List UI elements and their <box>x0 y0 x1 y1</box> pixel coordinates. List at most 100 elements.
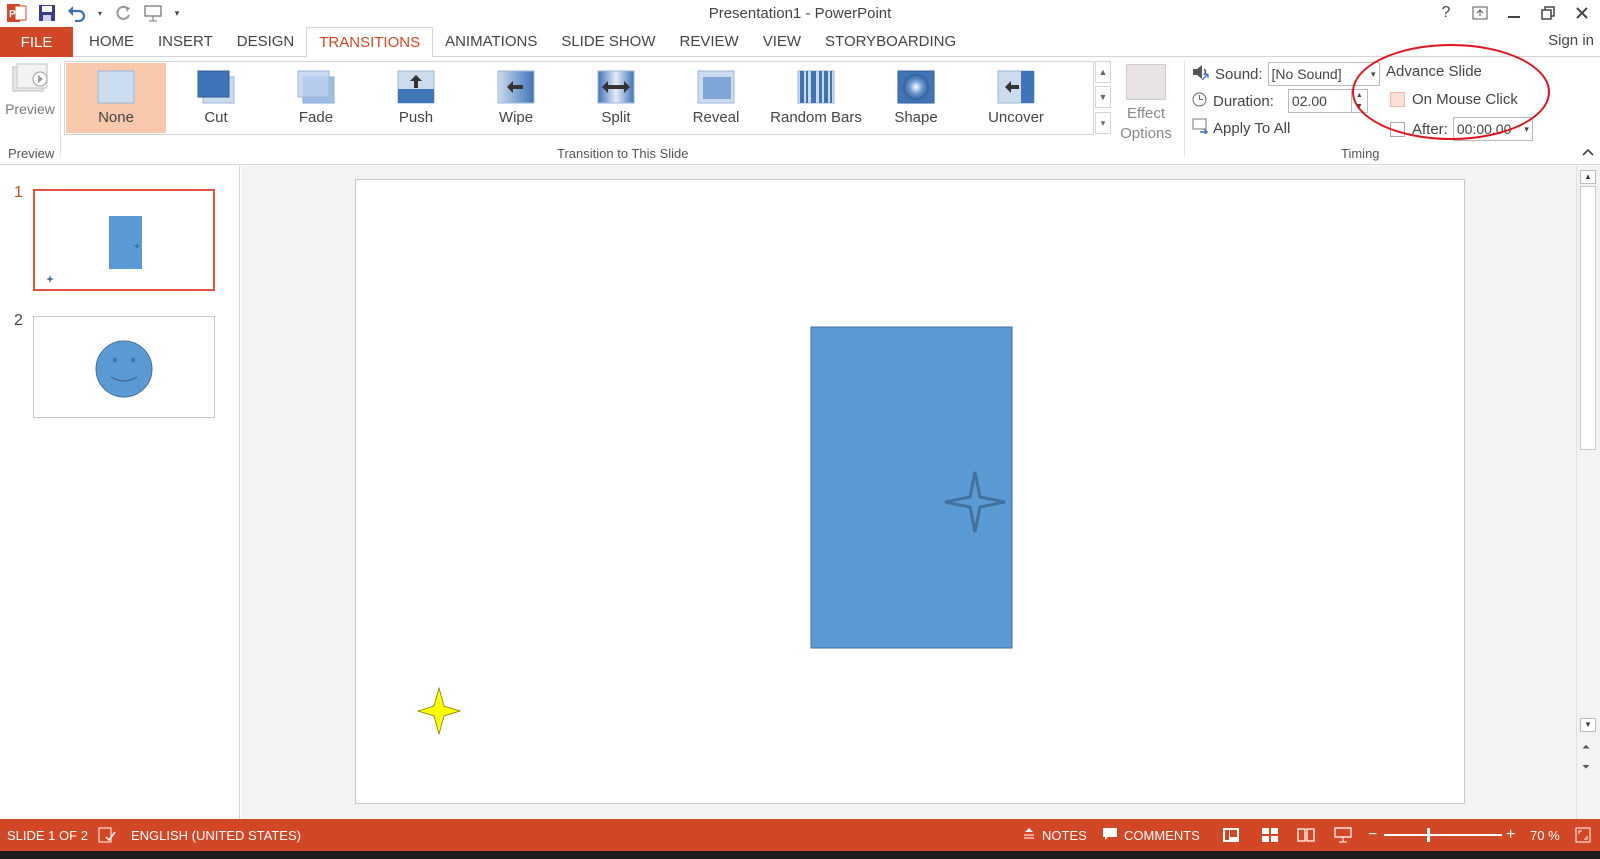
slide-thumbnail-1[interactable] <box>33 189 215 291</box>
after-checkbox[interactable] <box>1390 121 1405 137</box>
preview-icon <box>10 63 50 95</box>
transition-reveal-icon <box>697 70 735 104</box>
transition-split[interactable]: Split <box>566 63 666 133</box>
language-indicator[interactable]: ENGLISH (UNITED STATES) <box>131 819 301 851</box>
transition-reveal[interactable]: Reveal <box>666 63 766 133</box>
zoom-level-text: 70 % <box>1530 827 1560 843</box>
tab-storyboarding[interactable]: STORYBOARDING <box>813 27 968 57</box>
gallery-scroll-down-icon[interactable]: ▼ <box>1095 86 1111 108</box>
normal-view-button[interactable] <box>1222 819 1240 851</box>
tab-review[interactable]: REVIEW <box>668 27 751 57</box>
transition-random-bars-icon <box>797 70 835 104</box>
duration-spinner[interactable]: ▲ ▼ <box>1351 89 1368 113</box>
zoom-slider-thumb[interactable] <box>1427 828 1430 842</box>
slide-editing-area <box>241 166 1576 819</box>
duration-label: Duration: <box>1213 92 1274 110</box>
tab-insert[interactable]: INSERT <box>146 27 225 57</box>
after-row: After: 00:00.00 ▾ <box>1390 117 1533 141</box>
transition-wipe[interactable]: Wipe <box>466 63 566 133</box>
after-spinner-icon[interactable]: ▾ <box>1524 118 1529 140</box>
reading-view-button[interactable] <box>1297 819 1315 851</box>
transition-random-bars-label: Random Bars <box>770 109 862 126</box>
transition-uncover-label: Uncover <box>988 109 1044 126</box>
after-input[interactable]: 00:00.00 ▾ <box>1452 117 1533 141</box>
help-icon[interactable]: ? <box>1436 3 1456 23</box>
tab-file[interactable]: FILE <box>0 27 73 57</box>
notes-button[interactable]: NOTES <box>1022 819 1087 851</box>
ribbon-display-options-icon[interactable] <box>1470 3 1490 23</box>
status-bar: SLIDE 1 OF 2 ENGLISH (UNITED STATES) NOT… <box>0 819 1600 851</box>
slide-sorter-button[interactable] <box>1261 819 1279 851</box>
transition-random-bars[interactable]: Random Bars <box>766 63 866 133</box>
sign-in-link[interactable]: Sign in <box>1548 32 1594 49</box>
tab-slide-show[interactable]: SLIDE SHOW <box>549 27 667 57</box>
restore-icon[interactable] <box>1538 3 1558 23</box>
next-slide-icon[interactable]: ⏷ <box>1582 762 1590 773</box>
apply-to-all-button[interactable]: Apply To All <box>1192 118 1290 138</box>
window-controls: ? <box>1436 3 1592 23</box>
transition-cut[interactable]: Cut <box>166 63 266 133</box>
spellcheck-icon[interactable] <box>98 819 116 851</box>
collapse-ribbon-icon[interactable] <box>1582 147 1594 159</box>
transition-wipe-icon <box>497 70 535 104</box>
language-text: ENGLISH (UNITED STATES) <box>131 827 301 843</box>
close-icon[interactable] <box>1572 3 1592 23</box>
zoom-slider[interactable] <box>1384 819 1502 851</box>
ribbon-transitions: Preview Preview None Cut Fade Push Wipe … <box>0 57 1600 165</box>
notes-icon <box>1022 827 1036 844</box>
slide-indicator-text: SLIDE 1 OF 2 <box>7 827 88 843</box>
slide-show-icon <box>1334 827 1352 843</box>
taskbar-edge <box>0 851 1600 859</box>
group-divider <box>1184 61 1185 157</box>
transition-shape-label: Shape <box>894 109 938 126</box>
slide-thumbnail-2[interactable] <box>33 316 215 418</box>
clock-icon <box>1192 92 1207 111</box>
tab-animations[interactable]: ANIMATIONS <box>433 27 549 57</box>
timing-group-label: Timing <box>1341 146 1380 161</box>
transition-wipe-label: Wipe <box>498 109 534 126</box>
preview-label: Preview <box>5 101 55 117</box>
effect-options-button[interactable]: Effect Options <box>1112 61 1180 144</box>
on-mouse-click-checkbox[interactable] <box>1390 92 1405 107</box>
slide-show-button[interactable] <box>1334 819 1352 851</box>
minimize-icon[interactable] <box>1504 3 1524 23</box>
on-mouse-click-row[interactable]: On Mouse Click <box>1390 91 1518 108</box>
preview-button[interactable]: Preview <box>4 63 56 117</box>
slide-number-2: 2 <box>14 312 23 329</box>
transition-fade[interactable]: Fade <box>266 63 366 133</box>
effect-options-icon <box>1126 64 1166 100</box>
transition-push[interactable]: Push <box>366 63 466 133</box>
transition-uncover[interactable]: Uncover <box>966 63 1066 133</box>
gallery-scroll-up-icon[interactable]: ▲ <box>1095 61 1111 83</box>
duration-input[interactable]: 02.00 <box>1287 89 1352 113</box>
zoom-out-icon[interactable]: − <box>1368 819 1377 851</box>
fit-slide-icon[interactable] <box>1575 819 1591 851</box>
transition-shape[interactable]: Shape <box>866 63 966 133</box>
scroll-up-icon[interactable]: ▲ <box>1580 170 1596 184</box>
scroll-thumb[interactable] <box>1580 186 1596 450</box>
vertical-scrollbar[interactable]: ▲ ▼ ⏶ ⏷ <box>1576 166 1600 819</box>
sound-dropdown[interactable]: [No Sound] ▾ <box>1267 62 1380 86</box>
sound-value: [No Sound] <box>1271 66 1342 82</box>
zoom-in-icon[interactable]: + <box>1506 819 1515 851</box>
current-slide-canvas[interactable] <box>355 179 1465 804</box>
ribbon-tabs: HOME INSERT DESIGN TRANSITIONS ANIMATION… <box>77 27 968 58</box>
tab-design[interactable]: DESIGN <box>225 27 307 57</box>
tab-home[interactable]: HOME <box>77 27 146 57</box>
slide-indicator[interactable]: SLIDE 1 OF 2 <box>7 819 88 851</box>
scroll-down-icon[interactable]: ▼ <box>1580 718 1596 732</box>
transitions-group-label: Transition to This Slide <box>557 146 689 161</box>
group-divider <box>60 61 61 157</box>
tab-transitions[interactable]: TRANSITIONS <box>306 27 434 58</box>
previous-slide-icon[interactable]: ⏶ <box>1582 742 1590 753</box>
slide-sorter-icon <box>1262 828 1278 842</box>
yellow-star-shape[interactable] <box>416 686 462 736</box>
powerpoint-window: P ▾ ▾ Presentation1 - PowerPoint ? FILE … <box>0 0 1600 859</box>
zoom-level[interactable]: 70 % <box>1530 819 1560 851</box>
comments-button[interactable]: COMMENTS <box>1102 819 1200 851</box>
gallery-more-icon[interactable]: ▾ <box>1095 112 1111 134</box>
transition-none[interactable]: None <box>66 63 166 133</box>
blue-rectangle-shape[interactable] <box>810 326 1013 649</box>
comment-icon <box>1102 827 1118 844</box>
tab-view[interactable]: VIEW <box>751 27 813 57</box>
